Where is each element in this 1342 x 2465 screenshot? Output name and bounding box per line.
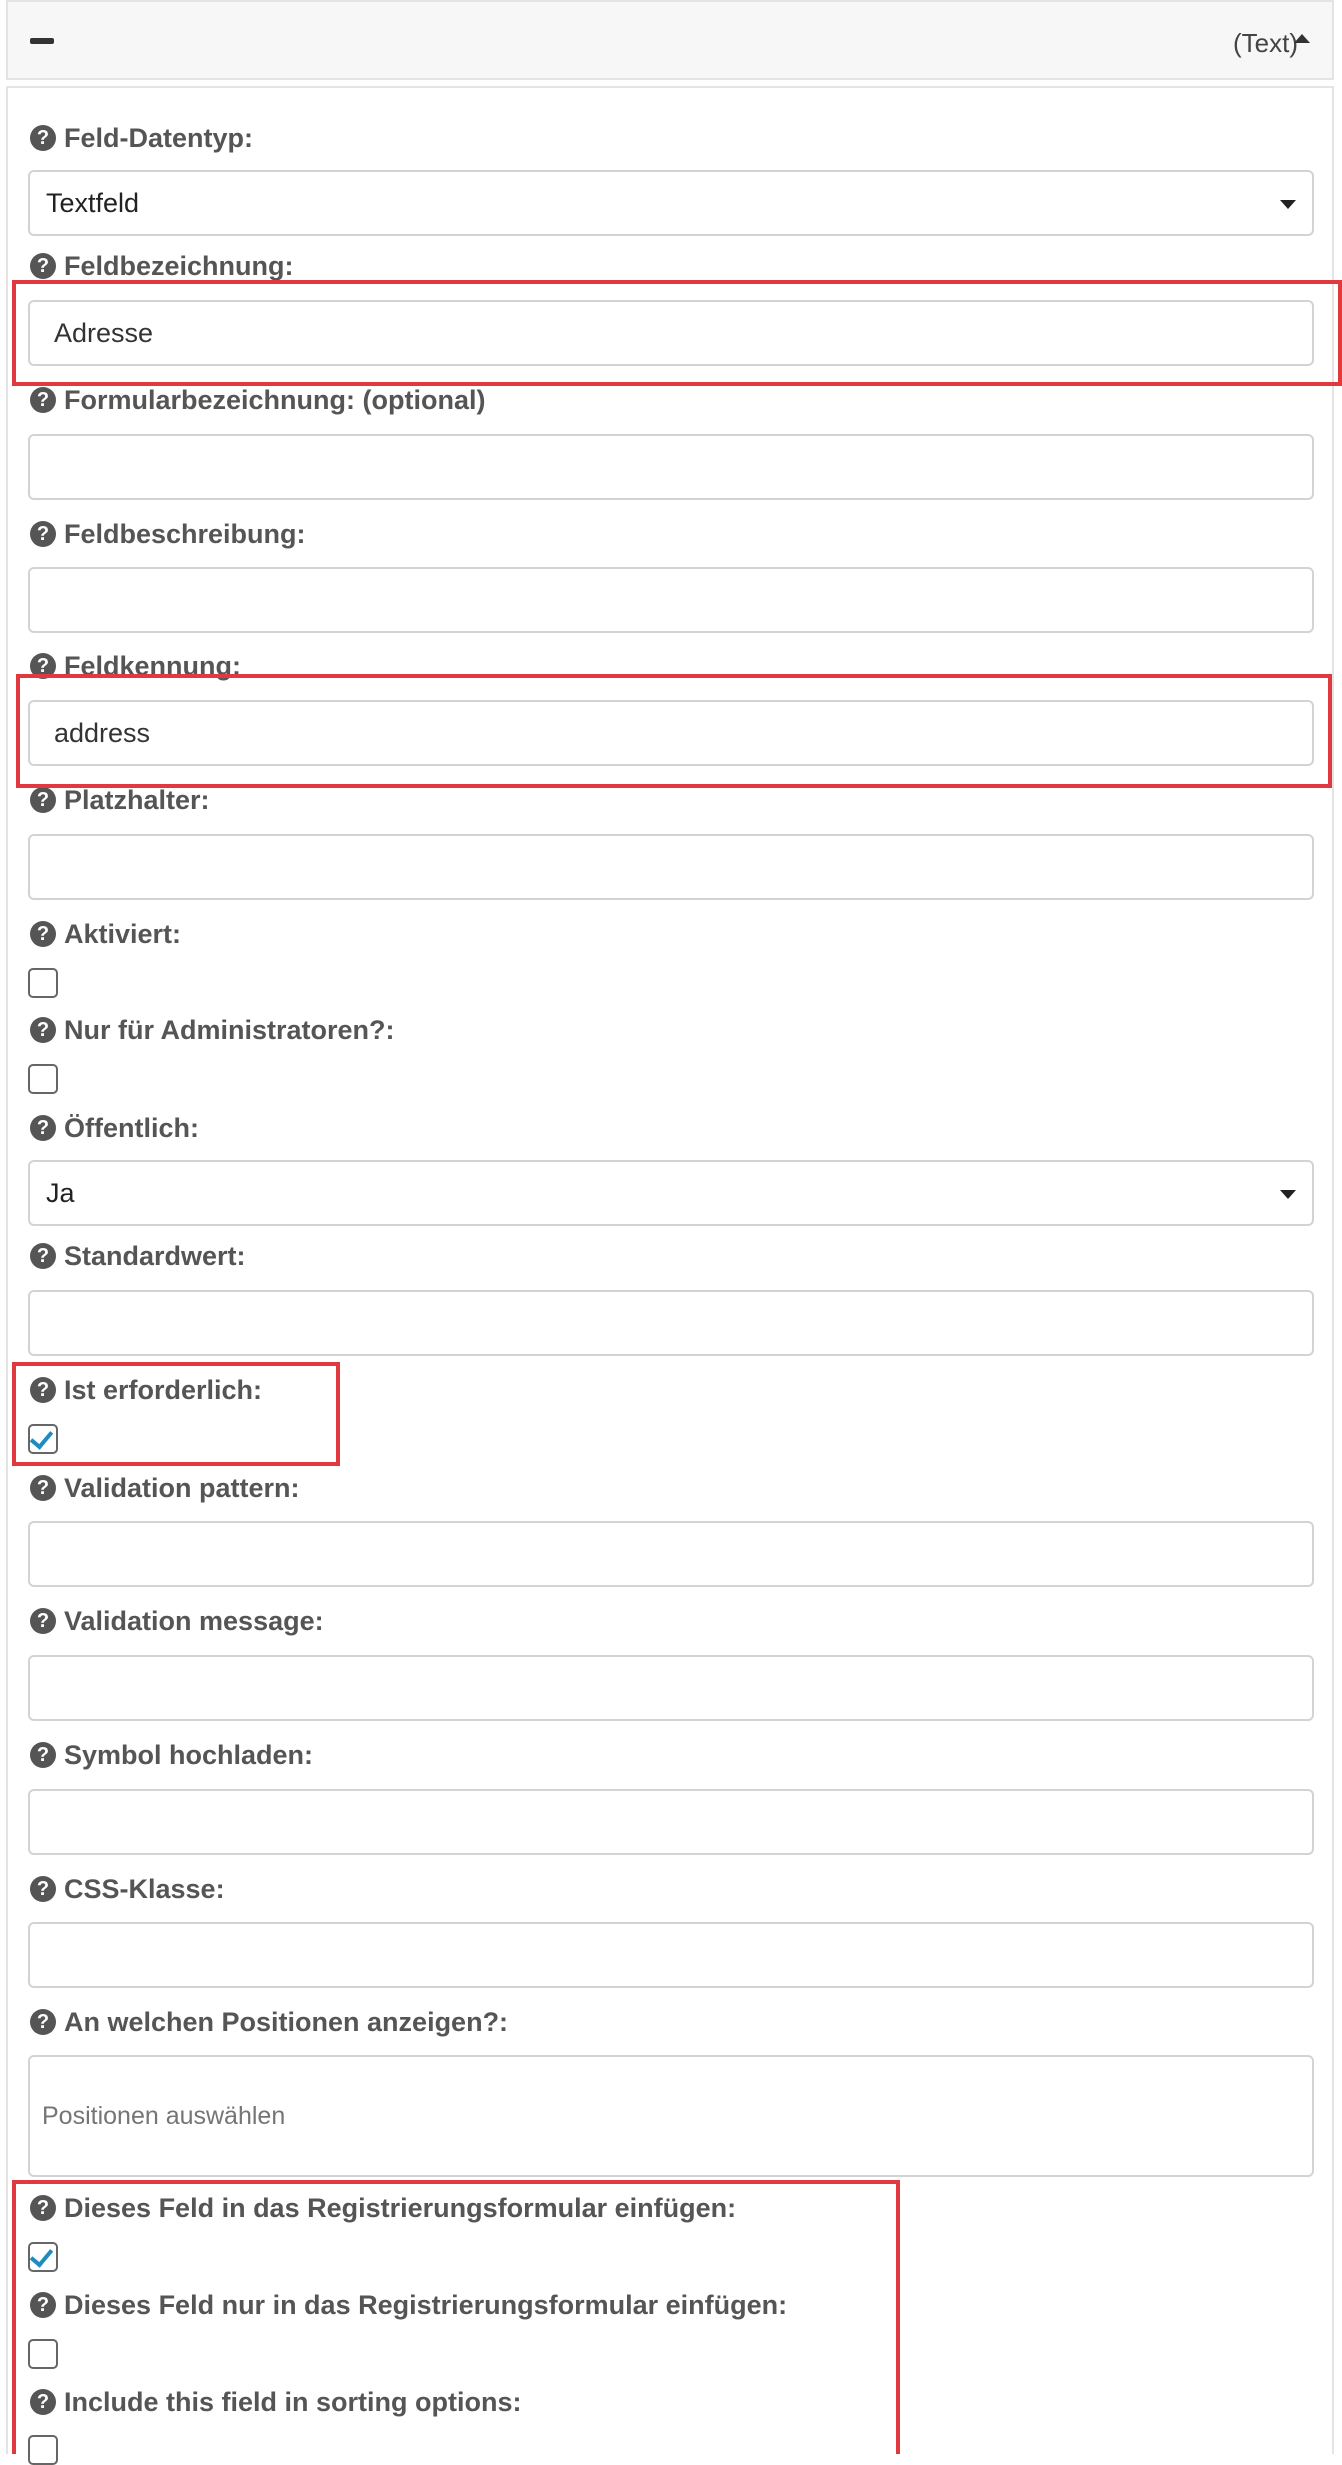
positions-multiselect[interactable]: Positionen auswählen bbox=[28, 2055, 1314, 2177]
admin-only-label: ? Nur für Administratoren?: bbox=[30, 1012, 395, 1048]
description-input[interactable] bbox=[28, 567, 1314, 633]
required-label: ? Ist erforderlich: bbox=[30, 1372, 262, 1408]
css-class-label: ? CSS-Klasse: bbox=[30, 1871, 225, 1907]
description-label: ? Feldbeschreibung: bbox=[30, 516, 306, 552]
datatype-label: ? Feld-Datentyp: bbox=[30, 120, 253, 156]
checkmark-icon bbox=[29, 1425, 54, 1450]
icon-upload-label: ? Symbol hochladen: bbox=[30, 1737, 313, 1773]
help-icon[interactable]: ? bbox=[30, 2194, 56, 2221]
help-icon[interactable]: ? bbox=[30, 1474, 56, 1501]
help-icon[interactable]: ? bbox=[30, 1741, 56, 1768]
help-icon[interactable]: ? bbox=[30, 786, 56, 813]
help-icon[interactable]: ? bbox=[30, 1016, 56, 1043]
minus-icon[interactable] bbox=[30, 38, 54, 44]
field-type-label: (Text) bbox=[1233, 28, 1298, 58]
caret-down-icon bbox=[1280, 1190, 1296, 1199]
in-registration-checkbox[interactable] bbox=[28, 2242, 58, 2272]
help-icon[interactable]: ? bbox=[30, 1607, 56, 1634]
field-header[interactable]: (Text) bbox=[6, 0, 1334, 80]
css-class-input[interactable] bbox=[28, 1922, 1314, 1988]
help-icon[interactable]: ? bbox=[30, 920, 56, 947]
only-registration-checkbox[interactable] bbox=[28, 2339, 58, 2369]
form-label-input[interactable] bbox=[28, 434, 1314, 500]
form-label-label: ? Formularbezeichnung: (optional) bbox=[30, 382, 485, 418]
help-icon[interactable]: ? bbox=[30, 1242, 56, 1269]
help-icon[interactable]: ? bbox=[30, 652, 56, 679]
help-icon[interactable]: ? bbox=[30, 520, 56, 547]
help-icon[interactable]: ? bbox=[30, 2291, 56, 2318]
public-label: ? Öffentlich: bbox=[30, 1110, 199, 1146]
public-select[interactable]: Ja bbox=[28, 1160, 1314, 1226]
help-icon[interactable]: ? bbox=[30, 1376, 56, 1403]
placeholder-label: ? Platzhalter: bbox=[30, 782, 210, 818]
help-icon[interactable]: ? bbox=[30, 124, 56, 151]
help-icon[interactable]: ? bbox=[30, 1875, 56, 1902]
caret-down-icon bbox=[1280, 200, 1296, 209]
validation-pattern-input[interactable] bbox=[28, 1521, 1314, 1587]
validation-pattern-label: ? Validation pattern: bbox=[30, 1470, 300, 1506]
validation-message-label: ? Validation message: bbox=[30, 1603, 324, 1639]
checkmark-icon bbox=[29, 2243, 54, 2268]
help-icon[interactable]: ? bbox=[30, 2008, 56, 2035]
sorting-label: ? Include this field in sorting options: bbox=[30, 2384, 521, 2420]
placeholder-input[interactable] bbox=[28, 834, 1314, 900]
default-value-input[interactable] bbox=[28, 1290, 1314, 1356]
positions-label: ? An welchen Positionen anzeigen?: bbox=[30, 2004, 508, 2040]
help-icon[interactable]: ? bbox=[30, 252, 56, 279]
admin-only-checkbox[interactable] bbox=[28, 1064, 58, 1094]
help-icon[interactable]: ? bbox=[30, 1114, 56, 1141]
icon-upload-input[interactable] bbox=[28, 1789, 1314, 1855]
in-registration-label: ? Dieses Feld in das Registrierungsformul… bbox=[30, 2190, 736, 2226]
help-icon[interactable]: ? bbox=[30, 386, 56, 413]
identifier-input[interactable]: address bbox=[28, 700, 1314, 766]
field-label-input[interactable]: Adresse bbox=[28, 300, 1314, 366]
field-label-label: ? Feldbezeichnung: bbox=[30, 248, 294, 284]
caret-up-icon[interactable] bbox=[1294, 34, 1310, 43]
help-icon[interactable]: ? bbox=[30, 2388, 56, 2415]
datatype-select[interactable]: Textfeld bbox=[28, 170, 1314, 236]
enabled-label: ? Aktiviert: bbox=[30, 916, 181, 952]
sorting-checkbox[interactable] bbox=[28, 2435, 58, 2465]
required-checkbox[interactable] bbox=[28, 1424, 58, 1454]
default-value-label: ? Standardwert: bbox=[30, 1238, 246, 1274]
enabled-checkbox[interactable] bbox=[28, 968, 58, 998]
validation-message-input[interactable] bbox=[28, 1655, 1314, 1721]
identifier-label: ? Feldkennung: bbox=[30, 648, 241, 684]
only-registration-label: ? Dieses Feld nur in das Registrierungsfo… bbox=[30, 2287, 787, 2323]
